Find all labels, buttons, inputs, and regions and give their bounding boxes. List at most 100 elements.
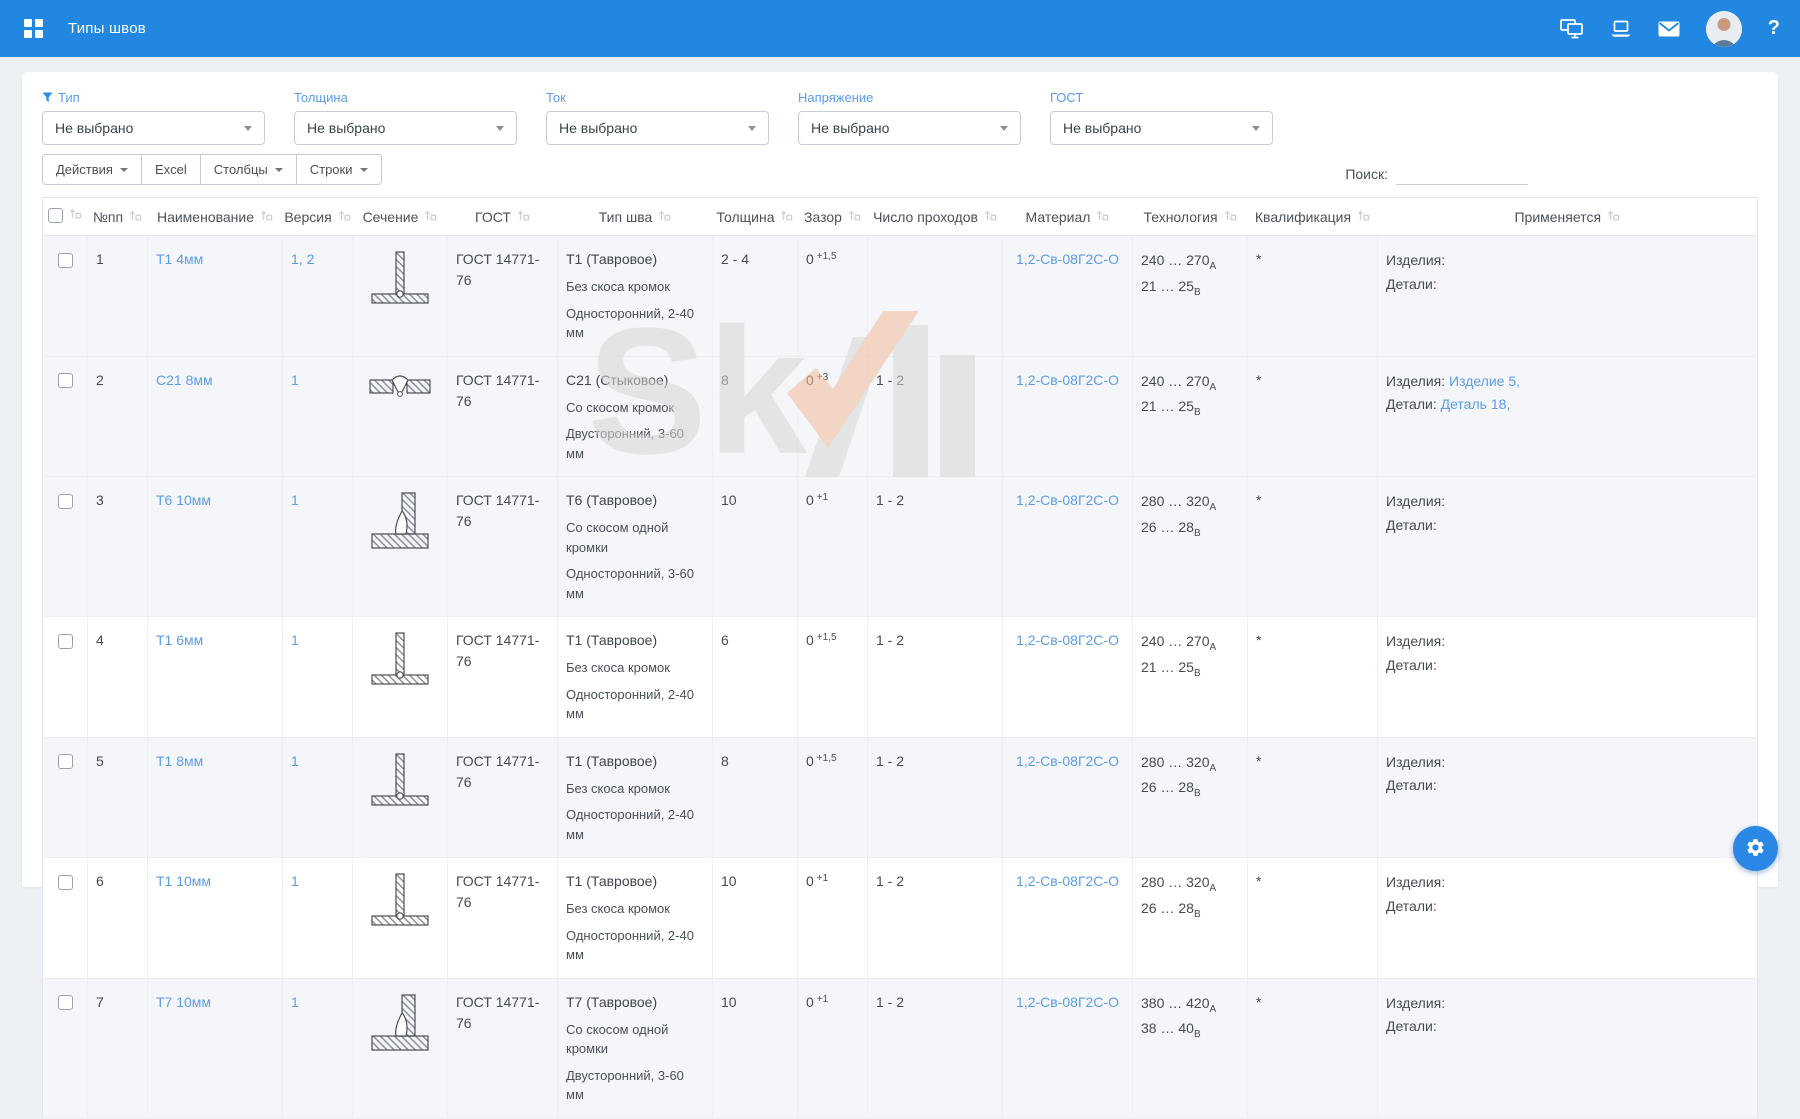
material-cell: 1,2-Св-08Г2С-О: [1003, 477, 1133, 617]
seam-name-link[interactable]: С21 8мм: [156, 372, 213, 388]
sort-icon[interactable]: [1357, 209, 1370, 225]
column-header-Материал[interactable]: Материал: [1003, 198, 1133, 236]
column-header-ГОСТ[interactable]: ГОСТ: [448, 198, 558, 236]
table-row[interactable]: 1Т1 4мм1, 2ГОСТ 14771-76Т1 (Тавровое)Без…: [43, 236, 1758, 357]
row-checkbox[interactable]: [58, 634, 73, 649]
filter-select-2[interactable]: Не выбрано: [294, 111, 517, 145]
sort-icon[interactable]: [1224, 209, 1237, 225]
filter-select-3[interactable]: Не выбрано: [546, 111, 769, 145]
column-header-Толщина[interactable]: Толщина: [713, 198, 798, 236]
toolbar-button-label: Столбцы: [214, 162, 268, 177]
version-link[interactable]: 1: [291, 632, 299, 648]
select-all-checkbox[interactable]: [48, 208, 63, 223]
seam-type-line: Т1 (Тавровое): [566, 249, 704, 270]
sort-icon[interactable]: [517, 209, 530, 225]
screens-icon[interactable]: [1560, 19, 1584, 39]
sort-icon[interactable]: [424, 209, 437, 225]
version-link[interactable]: 1, 2: [291, 251, 314, 267]
search-input[interactable]: [1396, 163, 1528, 185]
column-header-Сечение[interactable]: Сечение: [353, 198, 448, 236]
filter-select-4[interactable]: Не выбрано: [798, 111, 1021, 145]
mail-icon[interactable]: [1658, 21, 1680, 37]
toolbar-button-строки[interactable]: Строки: [296, 154, 382, 185]
user-avatar[interactable]: [1706, 11, 1742, 47]
column-header-Версия[interactable]: Версия: [283, 198, 353, 236]
row-checkbox[interactable]: [58, 995, 73, 1010]
material-link[interactable]: 1,2-Св-08Г2С-О: [1016, 372, 1119, 388]
thickness-cell: 10: [713, 858, 798, 979]
select-all-header[interactable]: [43, 198, 88, 236]
row-checkbox[interactable]: [58, 875, 73, 890]
row-checkbox[interactable]: [58, 373, 73, 388]
help-icon[interactable]: ?: [1768, 17, 1780, 40]
section-diagram: [368, 391, 432, 407]
column-header-Зазор[interactable]: Зазор: [798, 198, 868, 236]
material-link[interactable]: 1,2-Св-08Г2С-О: [1016, 632, 1119, 648]
settings-fab[interactable]: [1733, 826, 1778, 871]
sort-icon[interactable]: [129, 209, 142, 225]
seam-type-line: Т1 (Тавровое): [566, 630, 704, 651]
apps-grid-icon[interactable]: [20, 16, 46, 42]
seam-name-link[interactable]: Т6 10мм: [156, 492, 211, 508]
table-row[interactable]: 2С21 8мм1ГОСТ 14771-76С21 (Стыковое)Со с…: [43, 356, 1758, 477]
table-row[interactable]: 6Т1 10мм1ГОСТ 14771-76Т1 (Тавровое)Без с…: [43, 858, 1758, 979]
column-header-Технология[interactable]: Технология: [1133, 198, 1248, 236]
applies-label: Детали:: [1386, 777, 1437, 793]
seam-type-line: Со скосом одной кромки: [566, 518, 704, 557]
chevron-down-icon: [496, 126, 504, 131]
table-row[interactable]: 5Т1 8мм1ГОСТ 14771-76Т1 (Тавровое)Без ск…: [43, 737, 1758, 858]
section-cell: [353, 858, 448, 979]
seam-name-link[interactable]: Т1 8мм: [156, 753, 203, 769]
sort-icon[interactable]: [338, 209, 351, 225]
table-row[interactable]: 4Т1 6мм1ГОСТ 14771-76Т1 (Тавровое)Без ск…: [43, 617, 1758, 738]
column-header-Тип шва[interactable]: Тип шва: [558, 198, 713, 236]
row-checkbox[interactable]: [58, 494, 73, 509]
material-link[interactable]: 1,2-Св-08Г2С-О: [1016, 753, 1119, 769]
gap-value: 0: [806, 632, 814, 648]
row-checkbox[interactable]: [58, 253, 73, 268]
material-link[interactable]: 1,2-Св-08Г2С-О: [1016, 492, 1119, 508]
sort-icon[interactable]: [260, 209, 273, 225]
version-link[interactable]: 1: [291, 492, 299, 508]
row-checkbox[interactable]: [58, 754, 73, 769]
row-number-cell: 6: [88, 858, 148, 979]
technology-line: 240 … 270А: [1141, 370, 1239, 396]
filter-select-1[interactable]: Не выбрано: [42, 111, 265, 145]
material-link[interactable]: 1,2-Св-08Г2С-О: [1016, 251, 1119, 267]
table-row[interactable]: 3Т6 10мм1ГОСТ 14771-76Т6 (Тавровое)Со ск…: [43, 477, 1758, 617]
sort-icon[interactable]: [658, 209, 671, 225]
product-link[interactable]: Изделие 5,: [1449, 373, 1520, 389]
section-diagram: [368, 539, 432, 555]
filter-select-5[interactable]: Не выбрано: [1050, 111, 1273, 145]
toolbar-button-столбцы[interactable]: Столбцы: [200, 154, 297, 185]
seam-name-link[interactable]: Т1 4мм: [156, 251, 203, 267]
column-header-Применяется[interactable]: Применяется: [1378, 198, 1758, 236]
column-header-Квалификация[interactable]: Квалификация: [1248, 198, 1378, 236]
sort-icon[interactable]: [1607, 209, 1620, 225]
version-link[interactable]: 1: [291, 994, 299, 1010]
seam-name-link[interactable]: Т1 6мм: [156, 632, 203, 648]
sort-icon[interactable]: [1096, 209, 1109, 225]
detail-link[interactable]: Деталь 18,: [1441, 396, 1511, 412]
column-header-Число проходов[interactable]: Число проходов: [868, 198, 1003, 236]
sort-icon[interactable]: [984, 209, 997, 225]
section-cell: [353, 356, 448, 477]
sort-icon[interactable]: [780, 209, 793, 225]
seam-type-line: Односторонний, 2-40 мм: [566, 926, 704, 965]
technology-cell: 280 … 320А26 … 28В: [1133, 477, 1248, 617]
column-header-№пп[interactable]: №пп: [88, 198, 148, 236]
sort-icon[interactable]: [69, 207, 82, 223]
toolbar-button-действия[interactable]: Действия: [42, 154, 142, 185]
toolbar-button-excel[interactable]: Excel: [141, 154, 201, 185]
row-number-cell: 2: [88, 356, 148, 477]
laptop-icon[interactable]: [1610, 20, 1632, 38]
table-row[interactable]: 7Т7 10мм1ГОСТ 14771-76Т7 (Тавровое)Со ск…: [43, 978, 1758, 1118]
thickness-cell: 10: [713, 978, 798, 1118]
seam-type-cell: Т1 (Тавровое)Без скоса кромокОдносторонн…: [558, 858, 713, 979]
seam-name-link[interactable]: Т7 10мм: [156, 994, 211, 1010]
sort-icon[interactable]: [848, 209, 861, 225]
material-link[interactable]: 1,2-Св-08Г2С-О: [1016, 994, 1119, 1010]
version-link[interactable]: 1: [291, 753, 299, 769]
version-link[interactable]: 1: [291, 372, 299, 388]
column-header-Наименование[interactable]: Наименование: [148, 198, 283, 236]
